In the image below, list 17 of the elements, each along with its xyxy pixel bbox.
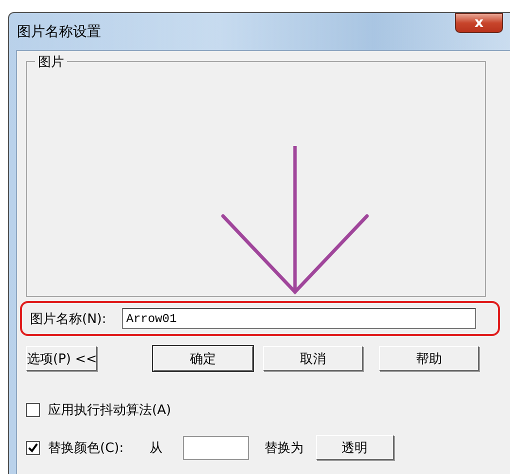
name-input[interactable]: Arrow01 (122, 308, 476, 329)
transparent-button[interactable]: 透明 (316, 435, 394, 460)
dialog-button[interactable]: 帮助 (379, 346, 479, 371)
to-label: 替换为 (264, 440, 304, 456)
close-button[interactable]: x (455, 13, 503, 33)
group-label: 图片 (35, 53, 67, 71)
from-label: 从 (150, 440, 163, 456)
checkbox[interactable] (26, 403, 40, 417)
dialog-button[interactable]: 选项(P) << (26, 346, 97, 371)
checkbox-label: 替换颜色(C): (48, 440, 124, 456)
dialog-button[interactable]: 取消 (263, 346, 363, 371)
window-title: 图片名称设置 (17, 22, 101, 40)
checkbox[interactable] (26, 440, 40, 454)
color-field[interactable] (182, 436, 249, 460)
dialog-button[interactable]: 确定 (153, 346, 253, 371)
checkbox-label: 应用执行抖动算法(A) (48, 402, 172, 419)
field-label: 图片名称(N): (30, 310, 106, 328)
